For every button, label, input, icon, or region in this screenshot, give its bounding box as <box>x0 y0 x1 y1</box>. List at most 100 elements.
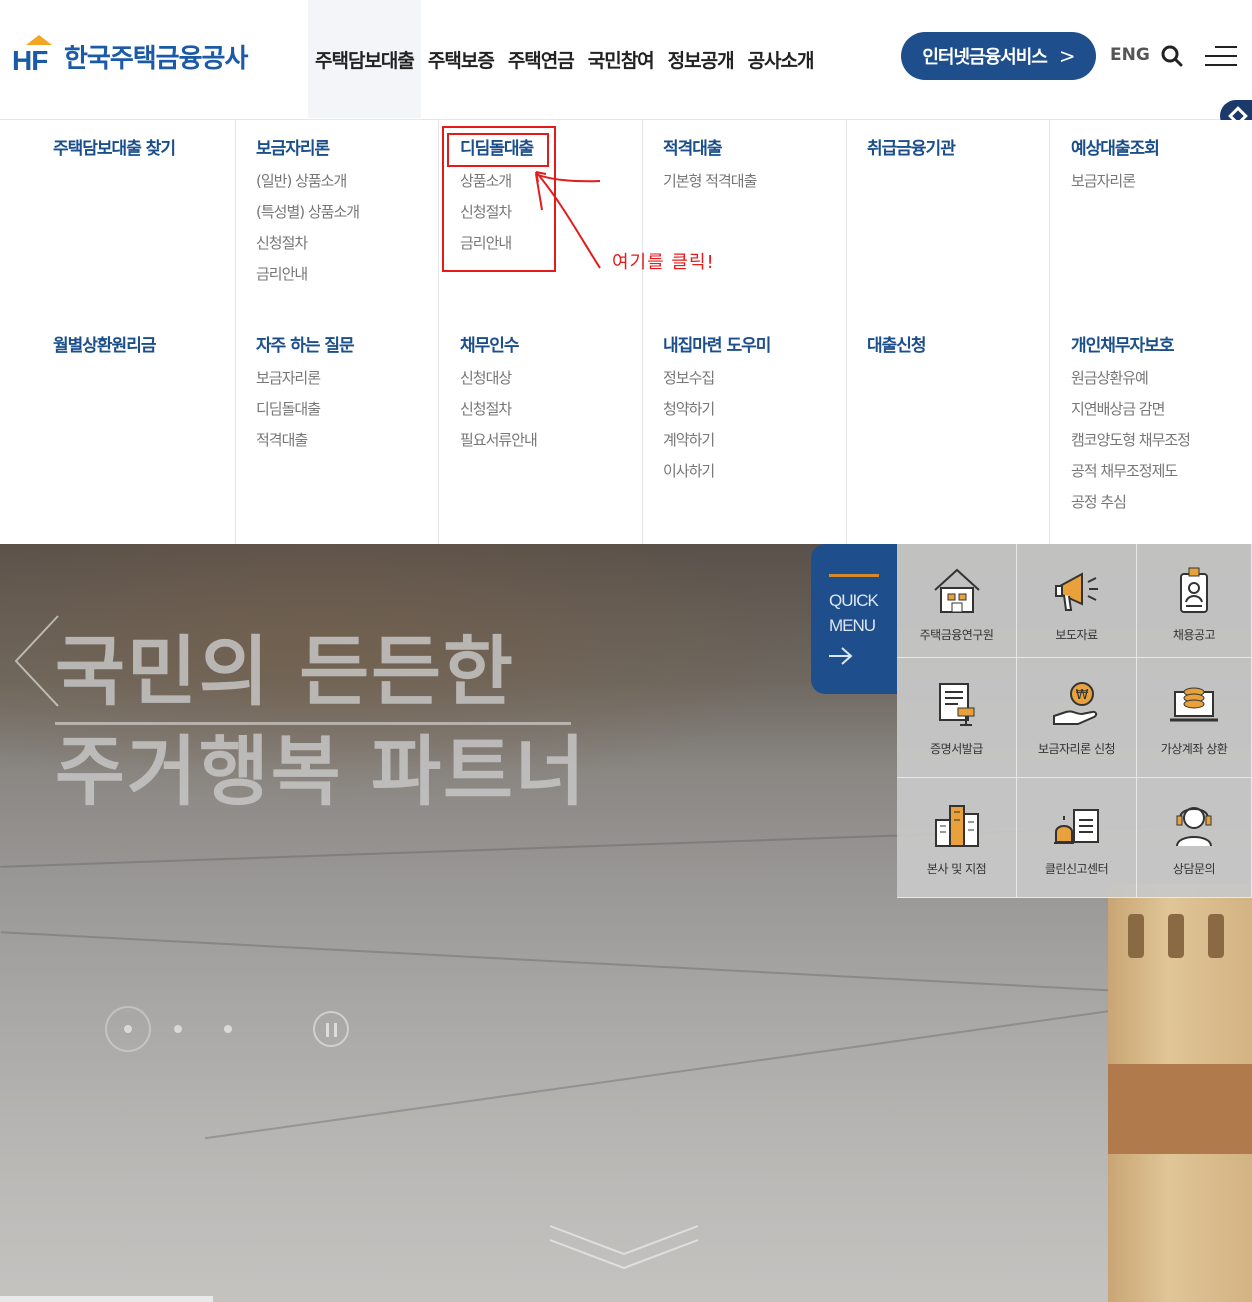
internet-banking-button[interactable]: 인터넷금융서비스 > <box>901 32 1096 80</box>
menu-title-faq[interactable]: 자주 하는 질문 <box>256 335 355 357</box>
quick-label: 보도자료 <box>1055 628 1098 642</box>
menu-link-subscription[interactable]: 청약하기 <box>663 398 770 420</box>
mega-menu: 주택담보대출 찾기 보금자리론 (일반) 상품소개 (특성별) 상품소개 신청절… <box>0 120 1252 544</box>
chevron-right-icon: > <box>1058 44 1076 68</box>
menu-group-find-loan: 주택담보대출 찾기 <box>53 138 176 160</box>
menu-link-kamco-adjustment[interactable]: 캠코양도형 채무조정 <box>1071 429 1191 451</box>
quick-item-research-institute[interactable]: 주택금융연구원 <box>897 544 1017 658</box>
site-logo[interactable]: HF 한국주택금융공사 <box>12 34 248 75</box>
menu-title-loan-estimate[interactable]: 예상대출조회 <box>1071 138 1160 160</box>
menu-link-fair-collection[interactable]: 공정 추심 <box>1071 491 1190 513</box>
quick-item-bogeumjari-apply[interactable]: ₩ 보금자리론 신청 <box>1017 658 1137 778</box>
menu-group-monthly-repayment: 월별상환원리금 <box>53 335 156 357</box>
menu-group-home-helper: 내집마련 도우미 정보수집 청약하기 계약하기 이사하기 <box>663 335 771 482</box>
quick-item-press-release[interactable]: 보도자료 <box>1017 544 1137 658</box>
menu-group-loan-application: 대출신청 <box>867 335 927 357</box>
house-model-image <box>1108 884 1252 1302</box>
quick-label: 가상계좌 상환 <box>1160 742 1228 756</box>
quick-item-certificate[interactable]: 증명서발급 <box>897 658 1017 778</box>
nav-company-intro[interactable]: 공사소개 <box>741 0 821 118</box>
arrow-right-icon <box>829 647 853 665</box>
id-badge-icon <box>1180 567 1208 613</box>
menu-link-required-documents[interactable]: 필요서류안내 <box>460 429 538 451</box>
language-eng-link[interactable]: ENG <box>1110 45 1150 65</box>
headset-agent-icon <box>1176 807 1212 847</box>
internet-banking-label: 인터넷금융서비스 <box>922 47 1047 68</box>
menu-link-faq-qualified[interactable]: 적격대출 <box>256 429 354 451</box>
slide-dot-3[interactable] <box>224 1025 232 1033</box>
document-stamp-icon <box>938 683 974 726</box>
svg-text:₩: ₩ <box>1075 688 1088 703</box>
menu-group-debtor-protection: 개인채무자보호 원금상환유예 지연배상금 감면 캠코양도형 채무조정 공적 채무… <box>1071 335 1191 513</box>
quick-menu-label-2: MENU <box>829 616 876 635</box>
hero-divider <box>55 722 571 725</box>
menu-link-application-process[interactable]: 신청절차 <box>256 232 359 254</box>
menu-group-qualified-loan: 적격대출 기본형 적격대출 <box>663 138 757 192</box>
quick-label: 증명서발급 <box>930 742 983 756</box>
bottom-scrollbar[interactable] <box>0 1296 213 1302</box>
menu-link-special-product[interactable]: (특성별) 상품소개 <box>256 201 360 223</box>
hero-title-line1: 국민의 든든한 <box>55 627 515 716</box>
menu-title-lenders[interactable]: 취급금융기관 <box>867 138 956 160</box>
slide-dot-1[interactable] <box>124 1025 132 1033</box>
menu-link-general-product[interactable]: (일반) 상품소개 <box>256 170 359 192</box>
menu-title-debt-assumption[interactable]: 채무인수 <box>460 335 537 357</box>
quick-menu-grid: 주택금융연구원 보도자료 채용공고 증명서발급 ₩ 보금자리론 신청 가상계좌 … <box>897 544 1252 898</box>
nav-housing-guarantee[interactable]: 주택보증 <box>421 0 501 118</box>
menu-group-loan-estimate: 예상대출조회 보금자리론 <box>1071 138 1160 192</box>
house-building-icon <box>933 568 980 613</box>
menu-link-assumption-process[interactable]: 신청절차 <box>460 398 537 420</box>
menu-link-late-fee-reduction[interactable]: 지연배상금 감면 <box>1071 398 1190 420</box>
quick-menu-tab[interactable]: QUICK MENU <box>811 544 897 694</box>
nav-reverse-mortgage[interactable]: 주택연금 <box>501 0 581 118</box>
siren-report-icon <box>1053 809 1099 844</box>
menu-link-contract[interactable]: 계약하기 <box>663 429 770 451</box>
site-header: HF 한국주택금융공사 주택담보대출 주택보증 주택연금 국민참여 정보공개 공… <box>0 0 1252 132</box>
laptop-coins-icon <box>1170 687 1218 722</box>
menu-link-moving[interactable]: 이사하기 <box>663 460 770 482</box>
quick-label: 본사 및 지점 <box>926 862 987 876</box>
menu-title-loan-application[interactable]: 대출신청 <box>867 335 927 357</box>
annotation-text: 여기를 클릭! <box>612 252 715 273</box>
menu-title-debtor-protection[interactable]: 개인채무자보호 <box>1071 335 1190 357</box>
menu-title-home-helper[interactable]: 내집마련 도우미 <box>663 335 771 357</box>
nav-public-participation[interactable]: 국민참여 <box>581 0 661 118</box>
pause-icon[interactable] <box>313 1011 349 1047</box>
quick-menu-label-1: QUICK <box>829 591 879 610</box>
quick-item-branches[interactable]: 본사 및 지점 <box>897 778 1017 898</box>
quick-label: 채용공고 <box>1172 628 1216 642</box>
menu-group-bogeumjari: 보금자리론 (일반) 상품소개 (특성별) 상품소개 신청절차 금리안내 <box>256 138 360 285</box>
quick-item-clean-report[interactable]: 클린신고센터 <box>1017 778 1137 898</box>
nav-information-disclosure[interactable]: 정보공개 <box>661 0 741 118</box>
menu-link-eligibility[interactable]: 신청대상 <box>460 367 537 389</box>
quick-item-consultation[interactable]: 상담문의 <box>1137 778 1252 898</box>
scroll-down-icon[interactable] <box>548 1224 700 1274</box>
quick-item-virtual-account[interactable]: 가상계좌 상환 <box>1137 658 1252 778</box>
menu-title-find-loan[interactable]: 주택담보대출 찾기 <box>53 138 176 160</box>
quick-item-recruitment[interactable]: 채용공고 <box>1137 544 1252 658</box>
slide-dot-2[interactable] <box>174 1025 182 1033</box>
office-buildings-icon <box>934 805 979 847</box>
search-icon[interactable] <box>1160 44 1184 68</box>
menu-link-public-adjustment[interactable]: 공적 채무조정제도 <box>1071 460 1190 482</box>
menu-link-info-gathering[interactable]: 정보수집 <box>663 367 770 389</box>
menu-group-debt-assumption: 채무인수 신청대상 신청절차 필요서류안내 <box>460 335 538 451</box>
menu-link-basic-qualified-loan[interactable]: 기본형 적격대출 <box>663 170 757 192</box>
menu-link-faq-bogeumjari[interactable]: 보금자리론 <box>256 367 354 389</box>
quick-label: 보금자리론 신청 <box>1037 742 1116 756</box>
nav-mortgage-loan[interactable]: 주택담보대출 <box>308 0 421 118</box>
menu-link-faq-didimdol[interactable]: 디딤돌대출 <box>256 398 354 420</box>
menu-title-qualified-loan[interactable]: 적격대출 <box>663 138 756 160</box>
menu-title-bogeumjari[interactable]: 보금자리론 <box>256 138 359 160</box>
quick-label: 클린신고센터 <box>1044 862 1109 876</box>
menu-link-estimate-bogeumjari[interactable]: 보금자리론 <box>1071 170 1159 192</box>
menu-title-monthly-repayment[interactable]: 월별상환원리금 <box>53 335 156 357</box>
hamburger-menu-icon[interactable] <box>1205 44 1237 68</box>
menu-link-principal-deferral[interactable]: 원금상환유예 <box>1071 367 1190 389</box>
annotation-arrow-icon <box>535 171 601 269</box>
hand-coin-icon: ₩ <box>1052 682 1097 725</box>
megaphone-icon <box>1054 572 1098 611</box>
menu-link-interest-rate[interactable]: 금리안내 <box>256 263 359 285</box>
menu-group-faq: 자주 하는 질문 보금자리론 디딤돌대출 적격대출 <box>256 335 355 451</box>
logo-text: 한국주택금융공사 <box>64 44 248 74</box>
